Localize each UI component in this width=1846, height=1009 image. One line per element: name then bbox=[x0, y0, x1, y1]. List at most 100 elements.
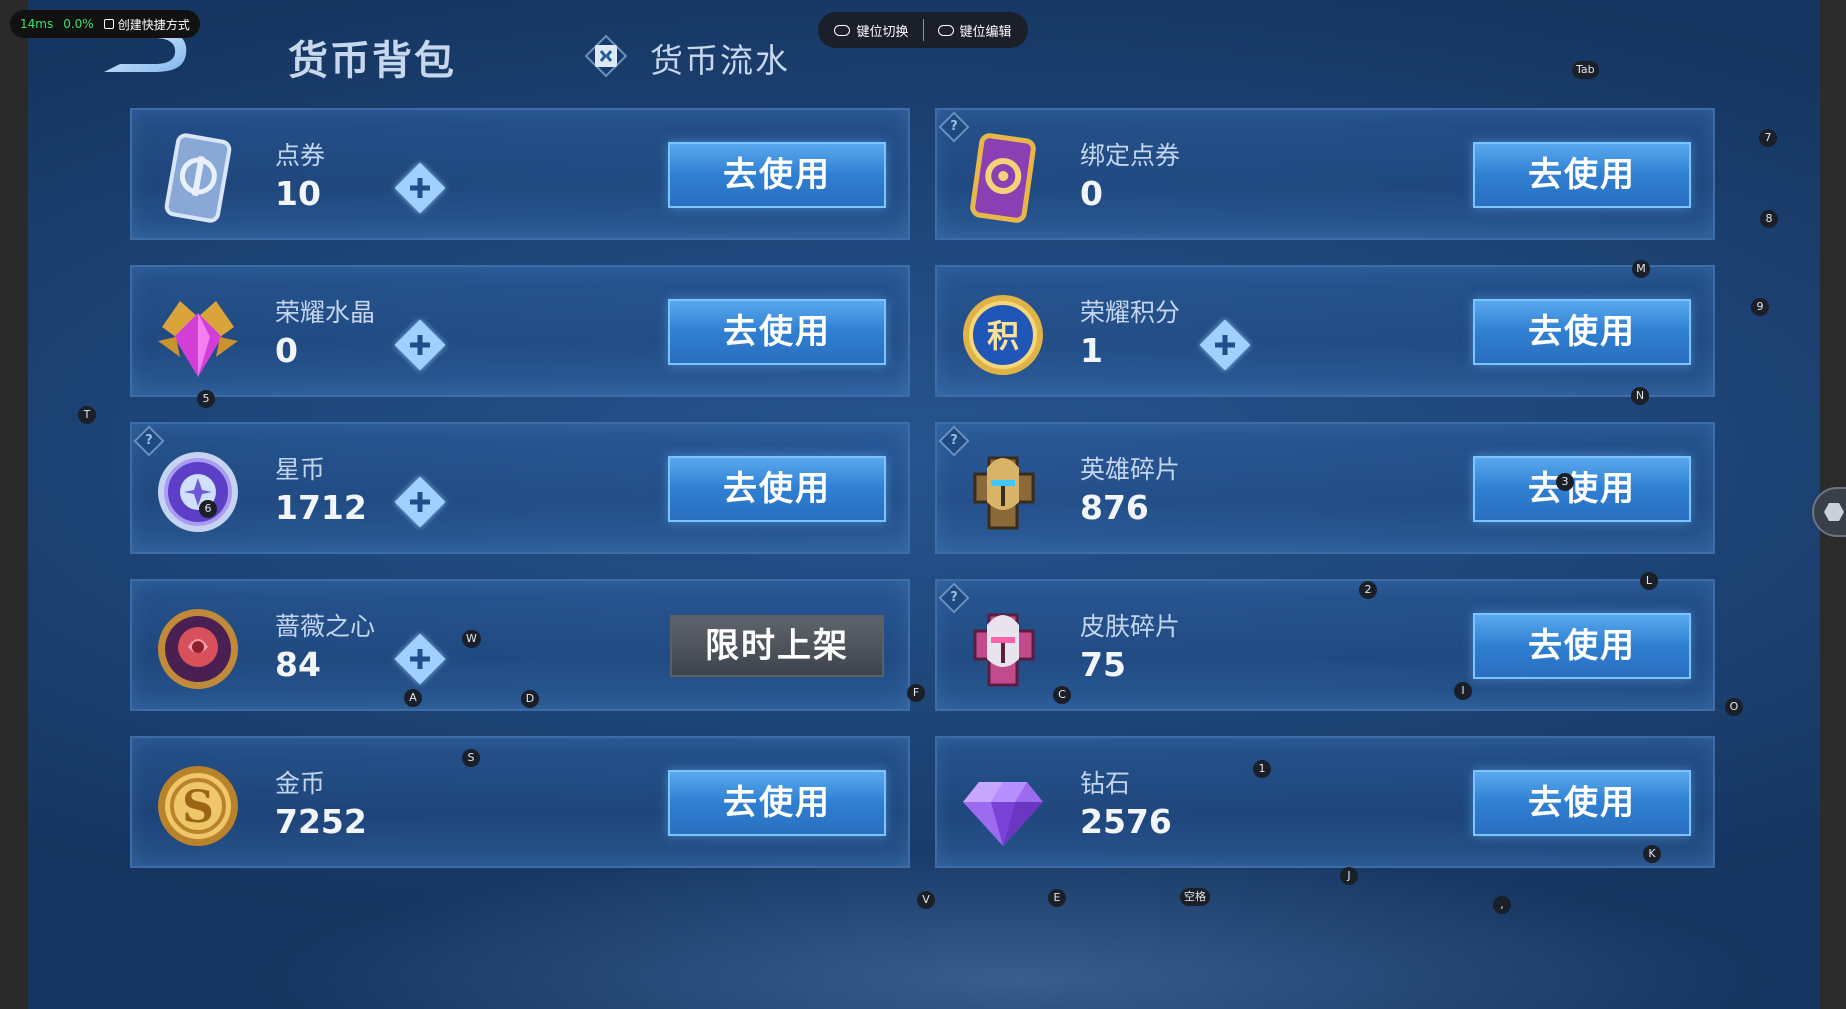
key-hint-tab: Tab bbox=[1572, 61, 1599, 79]
go-use-button[interactable]: 去使用 bbox=[1473, 456, 1691, 522]
go-use-button[interactable]: 去使用 bbox=[1473, 613, 1691, 679]
key-hint-comma: , bbox=[1493, 896, 1511, 914]
key-toolbar: 键位切换 键位编辑 bbox=[818, 12, 1028, 48]
ticket-icon bbox=[150, 130, 246, 226]
key-hint-e: E bbox=[1048, 889, 1066, 907]
currency-card: 蔷薇之心 84 限时上架 bbox=[130, 579, 910, 711]
key-switch-label: 键位切换 bbox=[856, 24, 909, 40]
key-hint-s: S bbox=[462, 749, 480, 767]
currency-amount: 10 bbox=[275, 174, 321, 213]
page-title: 货币背包 bbox=[288, 38, 456, 84]
key-hint-i: I bbox=[1454, 682, 1472, 700]
currency-name: 蔷薇之心 bbox=[275, 612, 376, 641]
currency-card: 荣耀水晶 0 去使用 bbox=[130, 265, 910, 397]
glory-crystal-icon bbox=[150, 287, 246, 383]
currency-card: 点券 10 去使用 bbox=[130, 108, 910, 240]
rose-heart-icon bbox=[150, 601, 246, 697]
key-hint-j: J bbox=[1340, 867, 1358, 885]
add-currency-plus-icon[interactable] bbox=[394, 162, 446, 214]
go-use-button[interactable]: 去使用 bbox=[668, 770, 886, 836]
add-currency-plus-icon[interactable] bbox=[1199, 319, 1251, 371]
key-hint-w: W bbox=[462, 630, 481, 648]
go-use-button[interactable]: 去使用 bbox=[668, 299, 886, 365]
key-hint-k6: 6 bbox=[199, 500, 217, 518]
currency-name: 点券 bbox=[275, 141, 326, 170]
key-hint-n: N bbox=[1631, 387, 1649, 405]
key-hint-d: D bbox=[521, 690, 539, 708]
key-hint-l: L bbox=[1640, 572, 1658, 590]
create-shortcut-button[interactable]: 创建快捷方式 bbox=[103, 16, 190, 33]
diamond-icon bbox=[955, 758, 1051, 854]
currency-amount: 0 bbox=[275, 331, 298, 370]
go-use-button[interactable]: 去使用 bbox=[1473, 142, 1691, 208]
currency-card: ? 英雄碎片 876 去使用 bbox=[935, 422, 1715, 554]
key-hint-k8: 8 bbox=[1760, 210, 1778, 228]
svg-text:积: 积 bbox=[987, 317, 1019, 355]
key-edit-label: 键位编辑 bbox=[959, 24, 1012, 40]
key-hint-k9: 9 bbox=[1751, 298, 1769, 316]
key-hint-k: K bbox=[1643, 845, 1661, 863]
currency-card: S 金币 7252 去使用 bbox=[130, 736, 910, 868]
key-hint-m: M bbox=[1632, 260, 1650, 278]
key-hint-o: O bbox=[1725, 698, 1743, 716]
gold-coin-icon: S bbox=[150, 758, 246, 854]
key-hint-a: A bbox=[404, 689, 422, 707]
currency-amount: 7252 bbox=[275, 802, 367, 841]
go-use-button[interactable]: 去使用 bbox=[1473, 299, 1691, 365]
ping-readout: 14ms bbox=[20, 17, 54, 31]
key-hint-k7: 7 bbox=[1759, 129, 1777, 147]
currency-amount: 0 bbox=[1080, 174, 1103, 213]
key-hint-k5: 5 bbox=[197, 390, 215, 408]
shortcut-icon bbox=[103, 19, 114, 29]
key-hint-k1: 1 bbox=[1253, 760, 1271, 778]
svg-text:S: S bbox=[182, 782, 214, 833]
currency-name: 皮肤碎片 bbox=[1080, 612, 1181, 641]
toolbar-divider bbox=[922, 19, 924, 41]
key-hint-k2: 2 bbox=[1359, 581, 1377, 599]
bound-ticket-icon bbox=[955, 130, 1051, 226]
key-hint-t: T bbox=[78, 406, 96, 424]
currency-card: ? 星币 1712 去使用 bbox=[130, 422, 910, 554]
add-currency-plus-icon[interactable] bbox=[394, 633, 446, 685]
currency-card: 钻石 2576 去使用 bbox=[935, 736, 1715, 868]
key-switch-button[interactable]: 键位切换 bbox=[834, 21, 909, 40]
currency-amount: 876 bbox=[1080, 488, 1149, 527]
key-hint-c: C bbox=[1053, 686, 1071, 704]
gamepad-icon bbox=[834, 24, 851, 36]
currency-amount: 1 bbox=[1080, 331, 1103, 370]
currency-amount: 75 bbox=[1080, 645, 1126, 684]
go-use-button[interactable]: 去使用 bbox=[668, 142, 886, 208]
currency-amount: 2576 bbox=[1080, 802, 1172, 841]
currency-name: 荣耀水晶 bbox=[275, 298, 376, 327]
currency-amount: 1712 bbox=[275, 488, 367, 527]
key-hint-space: 空格 bbox=[1180, 888, 1210, 906]
currency-name: 星币 bbox=[275, 455, 326, 484]
currency-name: 英雄碎片 bbox=[1080, 455, 1181, 484]
currency-name: 金币 bbox=[275, 769, 326, 798]
key-edit-button[interactable]: 键位编辑 bbox=[937, 21, 1012, 40]
currency-name: 荣耀积分 bbox=[1080, 298, 1181, 327]
tab-currency-flow[interactable]: 货币流水 bbox=[650, 34, 790, 82]
star-coin-icon bbox=[150, 444, 246, 540]
glory-points-icon: 积 bbox=[955, 287, 1051, 383]
currency-card: 积 荣耀积分 1 去使用 bbox=[935, 265, 1715, 397]
skin-shard-icon bbox=[955, 601, 1051, 697]
add-currency-plus-icon[interactable] bbox=[394, 476, 446, 528]
key-hint-k3: 3 bbox=[1556, 473, 1574, 491]
go-use-button[interactable]: 去使用 bbox=[668, 456, 886, 522]
currency-name: 钻石 bbox=[1080, 769, 1131, 798]
currency-amount: 84 bbox=[275, 645, 321, 684]
currency-card: ? 皮肤碎片 75 去使用 bbox=[935, 579, 1715, 711]
gamepad-icon bbox=[937, 24, 954, 36]
limited-time-button[interactable]: 限时上架 bbox=[670, 615, 884, 677]
currency-card: ? 绑定点券 0 去使用 bbox=[935, 108, 1715, 240]
status-overlay: 14ms 0.0% 创建快捷方式 bbox=[10, 10, 200, 38]
add-currency-plus-icon[interactable] bbox=[394, 319, 446, 371]
key-hint-f: F bbox=[907, 684, 925, 702]
create-shortcut-label: 创建快捷方式 bbox=[117, 17, 190, 32]
currency-name: 绑定点券 bbox=[1080, 141, 1181, 170]
go-use-button[interactable]: 去使用 bbox=[1473, 770, 1691, 836]
key-hint-v: V bbox=[917, 891, 935, 909]
currency-flow-icon[interactable] bbox=[584, 34, 628, 78]
cpu-readout: 0.0% bbox=[63, 17, 94, 31]
